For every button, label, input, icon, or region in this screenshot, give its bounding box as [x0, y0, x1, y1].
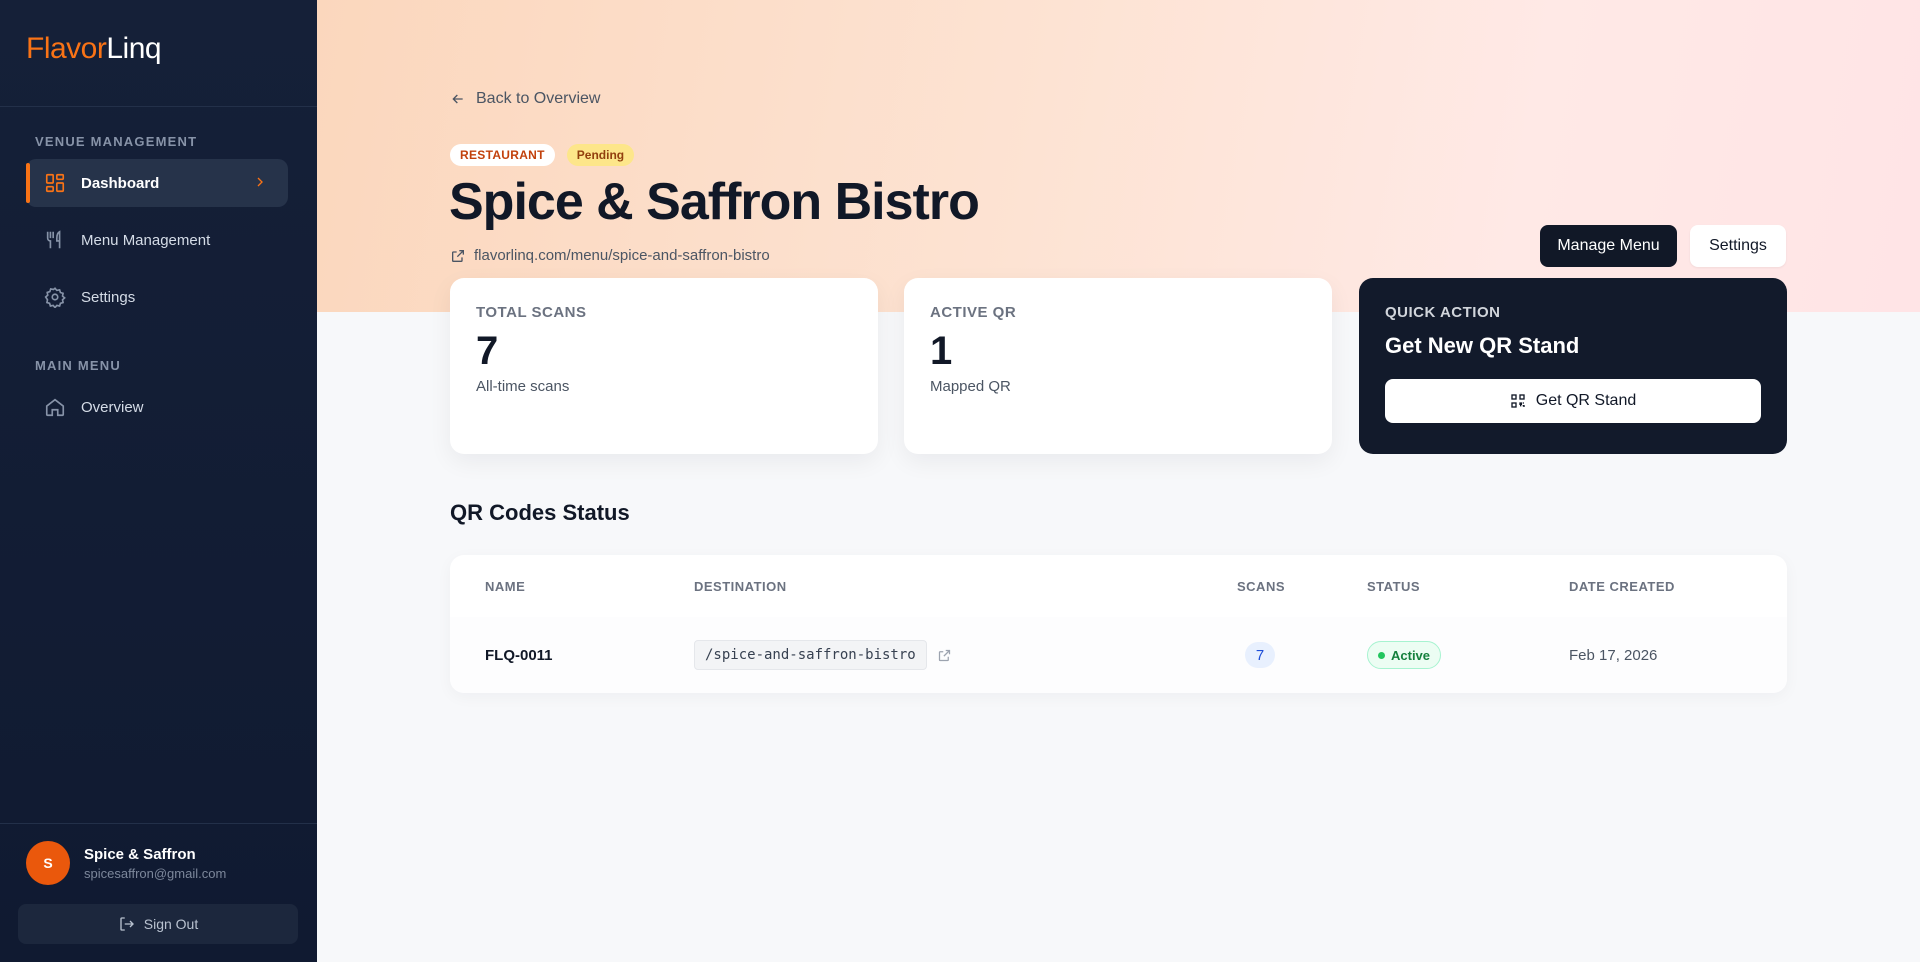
- column-header-destination: DESTINATION: [694, 579, 787, 594]
- status-badge: Active: [1367, 641, 1442, 669]
- quick-action-card: QUICK ACTION Get New QR Stand Get QR Sta…: [1359, 278, 1787, 454]
- scans-count-badge: 7: [1245, 642, 1275, 668]
- venue-type-badge: RESTAURANT: [450, 144, 555, 166]
- stat-card-active-qr: ACTIVE QR 1 Mapped QR: [904, 278, 1332, 454]
- brand-logo-part2: Linq: [106, 32, 162, 65]
- sidebar-item-label: Settings: [81, 288, 136, 306]
- sidebar-item-menu-management[interactable]: Menu Management: [26, 216, 288, 264]
- qr-code-icon: [1511, 394, 1525, 408]
- external-link-icon[interactable]: [937, 648, 952, 663]
- brand-logo-part1: Flavor: [26, 32, 107, 65]
- stat-subtitle: Mapped QR: [930, 378, 1011, 395]
- menu-url: flavorlinq.com/menu/spice-and-saffron-bi…: [474, 247, 770, 264]
- stat-label: ACTIVE QR: [930, 304, 1017, 321]
- section-label-venue: VENUE MANAGEMENT: [35, 134, 198, 149]
- section-label-main: MAIN MENU: [35, 358, 121, 373]
- sidebar-divider: [0, 106, 317, 107]
- status-label: Active: [1391, 647, 1431, 663]
- qr-scans-cell: 7: [1245, 617, 1275, 693]
- qr-status-cell: Active: [1367, 617, 1442, 693]
- avatar: S: [26, 841, 70, 885]
- qr-codes-table: NAME DESTINATION SCANS STATUS DATE CREAT…: [450, 555, 1787, 693]
- arrow-left-icon: [452, 94, 463, 104]
- sign-out-label: Sign Out: [143, 916, 199, 932]
- status-dot-icon: [1378, 651, 1385, 659]
- page-title: Spice & Saffron Bistro: [449, 173, 980, 231]
- brand-logo[interactable]: FlavorLinq: [26, 32, 162, 66]
- utensils-icon: [46, 230, 61, 249]
- stat-label: TOTAL SCANS: [476, 304, 587, 321]
- qr-name: FLQ-0011: [485, 646, 553, 664]
- logout-icon: [120, 917, 134, 931]
- stat-card-total-scans: TOTAL SCANS 7 All-time scans: [450, 278, 878, 454]
- status-badge: Pending: [566, 144, 635, 166]
- sidebar-item-dashboard[interactable]: Dashboard: [26, 159, 288, 207]
- stat-value: 7: [476, 329, 499, 373]
- back-to-overview-link[interactable]: Back to Overview: [450, 90, 600, 108]
- sidebar-item-label: Overview: [81, 398, 144, 416]
- quick-action-title: Get New QR Stand: [1385, 333, 1580, 358]
- dashboard-icon: [45, 173, 65, 193]
- get-qr-stand-label: Get QR Stand: [1535, 392, 1637, 409]
- stat-value: 1: [930, 329, 953, 373]
- back-label: Back to Overview: [476, 90, 601, 107]
- chevron-right-icon: [257, 177, 263, 187]
- column-header-status: STATUS: [1367, 579, 1421, 594]
- user-name: Spice & Saffron: [84, 845, 196, 863]
- gear-icon: [44, 287, 66, 308]
- sidebar-divider: [0, 823, 317, 824]
- sidebar-item-label: Dashboard: [81, 174, 160, 192]
- column-header-name: NAME: [485, 579, 526, 594]
- user-email: spicesaffron@gmail.com: [84, 865, 227, 881]
- sign-out-button[interactable]: Sign Out: [18, 904, 298, 944]
- menu-url-link[interactable]: flavorlinq.com/menu/spice-and-saffron-bi…: [450, 247, 770, 264]
- home-icon: [45, 398, 65, 417]
- sidebar-item-overview[interactable]: Overview: [26, 383, 288, 431]
- user-profile[interactable]: S Spice & Saffron spicesaffron@gmail.com: [26, 841, 226, 885]
- stat-subtitle: All-time scans: [476, 378, 570, 395]
- sidebar: FlavorLinq VENUE MANAGEMENT Dashboard Me…: [0, 0, 317, 962]
- venue-badges: RESTAURANT Pending: [450, 144, 635, 166]
- qr-destination-cell: /spice-and-saffron-bistro: [694, 617, 952, 693]
- column-header-scans: SCANS: [1237, 579, 1286, 594]
- settings-button[interactable]: Settings: [1690, 225, 1786, 267]
- external-link-icon: [452, 249, 464, 262]
- section-title: QR Codes Status: [450, 500, 630, 525]
- table-row[interactable]: FLQ-0011 /spice-and-saffron-bistro 7 Act…: [450, 617, 1787, 693]
- quick-action-label: QUICK ACTION: [1385, 304, 1501, 321]
- manage-menu-button[interactable]: Manage Menu: [1540, 225, 1677, 267]
- column-header-date-created: DATE CREATED: [1569, 579, 1675, 594]
- qr-date-created: Feb 17, 2026: [1569, 646, 1658, 664]
- qr-destination: /spice-and-saffron-bistro: [694, 640, 927, 670]
- sidebar-item-label: Menu Management: [81, 231, 211, 249]
- get-qr-stand-button[interactable]: Get QR Stand: [1385, 379, 1761, 423]
- sidebar-item-settings[interactable]: Settings: [26, 273, 288, 321]
